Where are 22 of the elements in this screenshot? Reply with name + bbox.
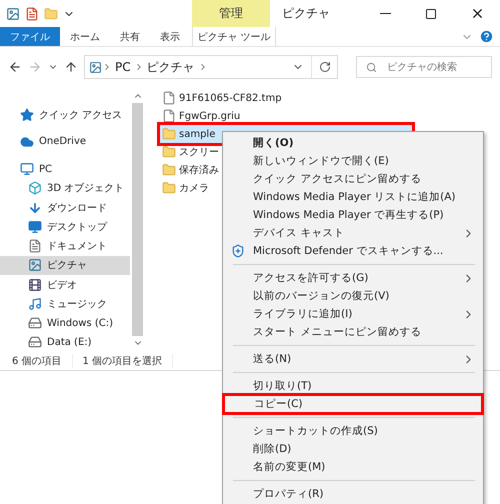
nav-item-label: ミュージック xyxy=(47,298,107,311)
status-text: 1 個の項目を選択 xyxy=(82,354,174,368)
nav-item-label: ピクチャ xyxy=(47,259,87,272)
ribbon-group-label: 管理 xyxy=(192,0,270,27)
nav-item-label: Windows (C:) xyxy=(47,318,113,329)
nav-item-label: ダウンロード xyxy=(47,202,107,215)
nav-item-label: OneDrive xyxy=(39,136,86,148)
status-text: 6 個の項目 xyxy=(12,354,73,368)
nav-item-label: クイック アクセス xyxy=(39,108,122,122)
nav-item-label: Data (E:) xyxy=(47,336,92,348)
file-name: カメラ xyxy=(179,182,209,195)
nav-item-label: PC xyxy=(39,164,52,175)
file-name: スクリー xyxy=(179,146,219,159)
nav-item-label: ビデオ xyxy=(47,278,77,292)
file-name: 保存済み xyxy=(179,164,219,177)
file-name: sample xyxy=(179,128,216,140)
file-name: 91F61065-CF82.tmp xyxy=(179,92,282,104)
nav-item-label: ドキュメント xyxy=(47,240,107,254)
nav-item-label: 3D オブジェクト xyxy=(47,182,124,196)
nav-item-label: デスクトップ xyxy=(47,220,107,234)
window-title: ピクチャ xyxy=(282,5,331,22)
file-name: FgwGrp.griu xyxy=(179,110,240,122)
